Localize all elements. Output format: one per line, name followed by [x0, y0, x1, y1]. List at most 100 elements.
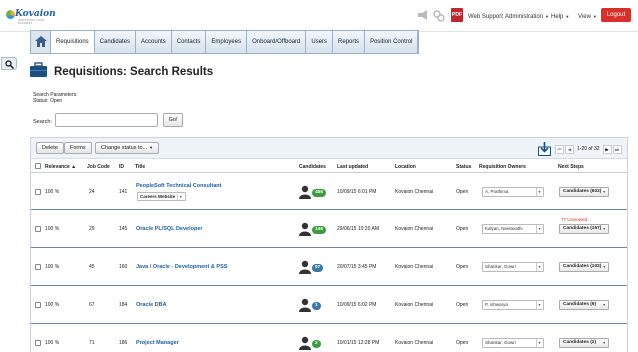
column-last-updated[interactable]: Last updated [337, 164, 368, 170]
table-header: Relevance ▲ Job Code ID Title Candidates… [31, 159, 627, 173]
unviewed-count-link[interactable]: 77 Unviewed [561, 217, 587, 222]
row-checkbox[interactable] [35, 264, 41, 270]
administration-label: Administration [505, 14, 544, 20]
column-id[interactable]: ID [119, 164, 124, 170]
change-status-label: Change status to... [101, 145, 148, 151]
next-steps-dropdown[interactable]: Candidates (602) ▼ [559, 187, 609, 197]
next-steps-dropdown[interactable]: Candidates (102) ▼ [559, 262, 609, 272]
connect-icon[interactable] [433, 10, 445, 25]
row-checkbox[interactable] [35, 302, 41, 308]
search-parameters: Search Parameters: Status: Open [33, 92, 77, 104]
table-row: 100 % 29 145 Oracle PL/SQL Developer 146 29/0… [31, 210, 627, 248]
status-value: Open [456, 226, 469, 232]
tab-reports[interactable]: Reports [333, 31, 366, 53]
requisition-title-link[interactable]: Project Manager [136, 340, 179, 346]
relevance-value: 100 % [45, 264, 60, 270]
candidates-count-badge[interactable]: 456 [312, 189, 327, 197]
requisition-owner-select[interactable]: A, Prathima ▼ [482, 187, 544, 197]
requisition-owner-select[interactable]: Shankar, Gowri ▼ [482, 262, 544, 272]
select-all-checkbox[interactable] [35, 163, 41, 169]
search-input[interactable] [55, 113, 158, 127]
logo-tagline: INNOVATING YOUR BUSINESS [18, 19, 45, 25]
go-button[interactable]: Go! [163, 113, 183, 127]
relevance-value: 100 % [45, 226, 60, 232]
tab-accounts[interactable]: Accounts [136, 31, 172, 53]
requisition-title-link[interactable]: Oracle PL/SQL Developer [136, 226, 203, 232]
candidates-count-badge[interactable]: 2 [312, 340, 321, 348]
column-title[interactable]: Title [135, 164, 145, 170]
chevron-down-icon: ▼ [602, 303, 606, 307]
candidates-count-badge[interactable]: 97 [312, 264, 324, 272]
requisition-owner-select[interactable]: Kalyan, Neelavathi ▼ [482, 224, 544, 234]
requisition-owner-value: Kalyan, Neelavathi [485, 226, 523, 231]
next-steps-label: Candidates (9) [563, 302, 597, 307]
tab-contacts[interactable]: Contacts [171, 31, 207, 53]
row-checkbox[interactable] [35, 189, 41, 195]
chevron-down-icon: ▼ [149, 145, 154, 150]
tab-employees[interactable]: Employees [206, 31, 248, 53]
forms-button[interactable]: Forms [64, 142, 92, 154]
search-parameters-status: Status: Open [33, 98, 63, 104]
location-value: Kovaion Chennai [395, 226, 434, 232]
quick-search-toggle[interactable] [1, 57, 17, 70]
column-job-code[interactable]: Job Code [87, 164, 110, 170]
location-value: Kovaion Chennai [395, 302, 434, 308]
row-checkbox[interactable] [35, 226, 41, 232]
requisition-owner-value: Shankar, Gowri [485, 264, 516, 269]
tab-onboard-offboard[interactable]: Onboard/Offboard [247, 31, 307, 53]
tab-position-control[interactable]: Position Control [365, 31, 419, 53]
last-updated-value: 10/01/15 12:28 PM [337, 340, 380, 346]
results-panel: Delete Forms Change status to... ▼ ⏮ ◀ 1-… [30, 137, 628, 352]
location-value: Kovaion Chennai [395, 189, 434, 195]
logout-button[interactable]: Logout [601, 8, 631, 22]
requisition-owner-select[interactable]: P, Ishwarya ▼ [482, 300, 544, 310]
next-page-button[interactable]: ▶ [602, 144, 612, 154]
pdf-icon[interactable]: PDF [451, 8, 463, 22]
change-status-dropdown[interactable]: Change status to... ▼ [95, 142, 160, 154]
megaphone-icon[interactable] [417, 10, 429, 23]
prev-page-button[interactable]: ◀ [565, 144, 574, 154]
view-label: View [578, 14, 591, 20]
next-steps-dropdown[interactable]: Candidates (157) ▼ [559, 224, 609, 234]
requisition-title-link[interactable]: Oracle DBA [136, 302, 167, 308]
column-relevance[interactable]: Relevance ▲ [45, 164, 76, 170]
column-next-steps[interactable]: Next Steps [558, 164, 584, 170]
requisition-title-link[interactable]: Java / Oracle - Development & PSS [136, 264, 227, 270]
tab-requisitions[interactable]: Requisitions [51, 31, 95, 53]
first-page-button[interactable]: ⏮ [555, 144, 564, 154]
chevron-down-icon: ▼ [545, 14, 549, 19]
requisition-owner-select[interactable]: Shankar, Gowri ▼ [482, 338, 544, 348]
status-value: Open [456, 189, 469, 195]
delete-button[interactable]: Delete [36, 142, 64, 154]
administration-menu[interactable]: Administration ▼ [505, 14, 549, 20]
row-checkbox[interactable] [35, 340, 41, 346]
top-bar: Kovaion INNOVATING YOUR BUSINESS PDF Web… [0, 0, 638, 32]
last-updated-value: 20/07/15 3:45 PM [337, 264, 377, 270]
next-steps-label: Candidates (2) [563, 340, 597, 345]
help-label: Help [551, 14, 564, 20]
job-code-value: 45 [89, 264, 95, 270]
posting-channel-select[interactable]: Careers Website ▼ [137, 192, 187, 201]
export-icon[interactable] [538, 142, 551, 156]
column-candidates[interactable]: Candidates [299, 164, 326, 170]
home-button[interactable] [31, 31, 51, 53]
help-menu[interactable]: Help ▼ [551, 14, 569, 20]
last-page-button[interactable]: ⏭ [612, 144, 622, 154]
column-location[interactable]: Location [395, 164, 416, 170]
next-steps-dropdown[interactable]: Candidates (2) ▼ [559, 338, 609, 348]
candidates-count-badge[interactable]: 146 [312, 226, 327, 234]
column-status[interactable]: Status [456, 164, 471, 170]
requisition-title-link[interactable]: PeopleSoft Technical Consultant [136, 183, 221, 189]
id-value: 160 [119, 264, 128, 270]
web-support-link[interactable]: Web Support [468, 14, 503, 20]
job-code-value: 71 [89, 340, 95, 346]
tab-users[interactable]: Users [306, 31, 334, 53]
table-row: 100 % 24 141 PeopleSoft Technical Consultan… [31, 174, 627, 210]
kovaion-logo[interactable]: Kovaion INNOVATING YOUR BUSINESS [6, 8, 56, 25]
view-menu[interactable]: View ▼ [578, 14, 597, 20]
column-owners[interactable]: Requisition Owners [479, 164, 526, 170]
candidates-count-badge[interactable]: 1 [312, 302, 321, 310]
tab-candidates[interactable]: Candidates [94, 31, 137, 53]
relevance-value: 100 % [45, 340, 60, 346]
next-steps-dropdown[interactable]: Candidates (9) ▼ [559, 300, 609, 310]
